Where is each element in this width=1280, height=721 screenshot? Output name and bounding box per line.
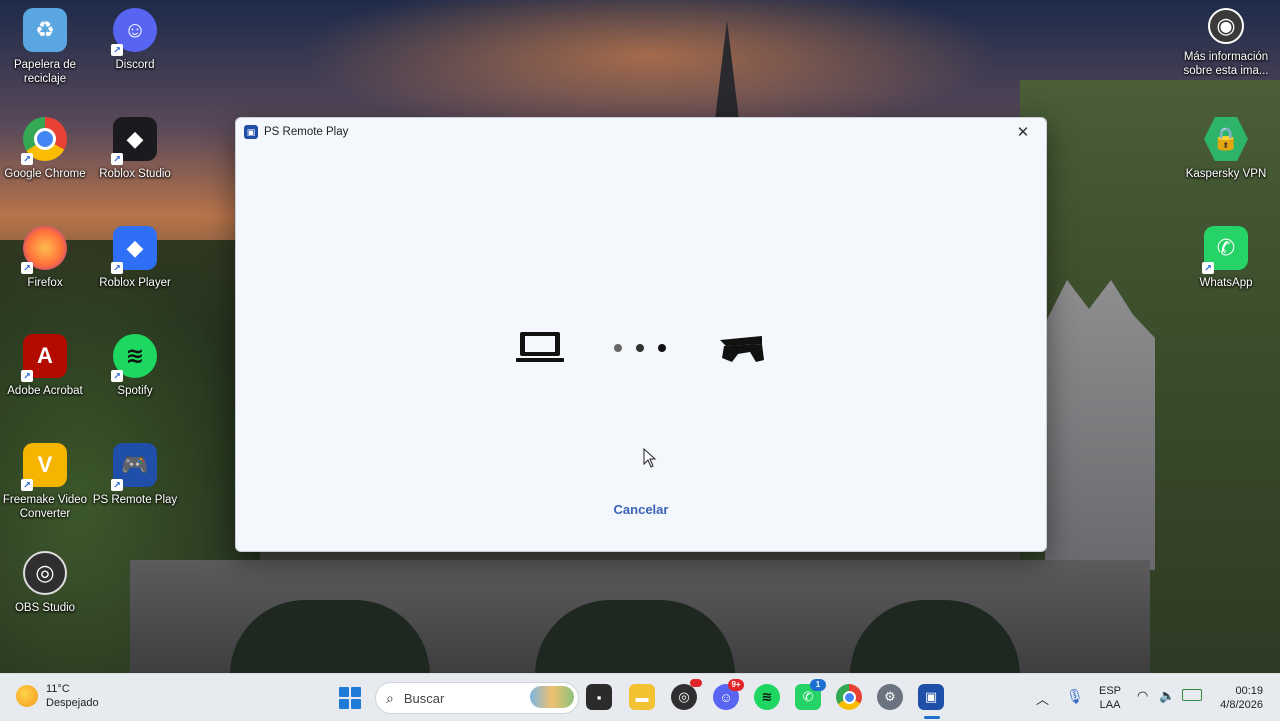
spotify-taskbar-icon[interactable]: ≋ (754, 684, 780, 710)
window-titlebar[interactable]: ▣ PS Remote Play ✕ (236, 118, 1046, 146)
discord-taskbar-icon[interactable]: ☺ 9+ (713, 679, 744, 710)
mouse-cursor-icon (643, 448, 657, 468)
active-app-indicator (924, 716, 940, 719)
desktop-icon-ps-remote-play[interactable]: 🎮 ↗ PS Remote Play (90, 443, 180, 507)
desktop-icon-chrome[interactable]: ↗ Google Chrome (0, 117, 90, 181)
desktop-icon-roblox-player[interactable]: ◆ ↗ Roblox Player (90, 226, 180, 290)
window-title: PS Remote Play (264, 126, 349, 138)
volume-icon[interactable]: 🔈 (1159, 688, 1175, 704)
discord-icon: ☺ ↗ (111, 8, 157, 56)
ps-remote-play-taskbar-icon[interactable]: ▣ (918, 684, 944, 710)
close-icon: ✕ (1016, 124, 1030, 141)
close-button[interactable]: ✕ (1000, 118, 1046, 146)
desktop-icon-more-info[interactable]: ◉ Más información sobre esta ima... (1181, 8, 1271, 78)
show-hidden-icons-chevron-icon[interactable]: ︿ (1036, 689, 1049, 708)
weather-desc: Despejado (46, 697, 99, 709)
wallpaper-church (1045, 280, 1155, 570)
progress-dot (636, 344, 644, 352)
recycle-bin-icon: ♻ (23, 8, 67, 52)
weather-sun-icon (16, 685, 38, 707)
weather-widget[interactable]: 11°C Despejado (16, 682, 99, 710)
whatsapp-taskbar-icon[interactable]: ✆ 1 (795, 679, 826, 710)
desktop-icon-whatsapp[interactable]: ✆ ↗ WhatsApp (1181, 226, 1271, 290)
chrome-taskbar-icon[interactable] (836, 684, 862, 710)
clock-date: 4/8/2026 (1220, 699, 1263, 711)
playstation-console-icon (720, 336, 764, 362)
wifi-icon[interactable]: ◠ (1137, 688, 1148, 704)
desktop-icon-obs[interactable]: ◎ OBS Studio (0, 551, 90, 615)
clock-time: 00:19 (1235, 685, 1263, 697)
laptop-icon (516, 332, 564, 362)
desktop-icon-recycle-bin[interactable]: ♻ Papelera de reciclaje (0, 8, 90, 86)
desktop-icon-spotify[interactable]: ≋ ↗ Spotify (90, 334, 180, 398)
desktop-icon-adobe-acrobat[interactable]: A ↗ Adobe Acrobat (0, 334, 90, 398)
whatsapp-icon: ✆ ↗ (1202, 226, 1248, 274)
windows-logo-icon (339, 687, 349, 697)
language-code: ESP (1099, 685, 1122, 697)
spotify-icon: ≋ ↗ (111, 334, 157, 382)
firefox-icon: ↗ (21, 226, 67, 274)
battery-icon[interactable] (1182, 689, 1202, 701)
progress-dot (658, 344, 666, 352)
freemake-icon: V ↗ (21, 443, 67, 491)
ps-remote-play-icon: ▣ (244, 125, 258, 139)
search-icon: ⌕ (386, 689, 394, 706)
progress-dot (614, 344, 622, 352)
desktop-icon-freemake[interactable]: V ↗ Freemake Video Converter (0, 443, 90, 521)
connection-status (516, 332, 764, 362)
file-explorer-icon[interactable]: ▪ (586, 684, 612, 710)
ps-remote-play-window: ▣ PS Remote Play ✕ Cancelar (235, 117, 1047, 552)
cancel-button[interactable]: Cancelar (596, 502, 686, 517)
roblox-studio-icon: ◆ ↗ (111, 117, 157, 165)
info-camera-icon: ◉ (1208, 8, 1244, 44)
taskbar: 11°C Despejado ⌕ Buscar ▪ ▬ ◎ ☺ 9+ ≋ ✆ 1 ⚙… (0, 673, 1280, 721)
kaspersky-vpn-icon: 🔒 (1204, 117, 1248, 161)
chrome-icon: ↗ (21, 117, 67, 165)
ps-remote-play-icon: 🎮 ↗ (111, 443, 157, 491)
acrobat-icon: A ↗ (21, 334, 67, 382)
obs-taskbar-icon[interactable]: ◎ (671, 679, 702, 710)
keyboard-layout: LAA (1099, 699, 1121, 711)
desktop-icon-firefox[interactable]: ↗ Firefox (0, 226, 90, 290)
settings-taskbar-icon[interactable]: ⚙ (877, 684, 903, 710)
search-highlight-image (530, 686, 574, 708)
search-placeholder: Buscar (403, 690, 445, 706)
desktop-icon-discord[interactable]: ☺ ↗ Discord (90, 8, 180, 72)
microphone-icon[interactable]: 🎙 (1066, 688, 1084, 705)
language-indicator[interactable]: ESP LAA (1099, 684, 1121, 712)
roblox-player-icon: ◆ ↗ (111, 226, 157, 274)
folder-icon[interactable]: ▬ (629, 684, 655, 710)
weather-temp: 11°C (46, 683, 70, 695)
desktop-icon-roblox-studio[interactable]: ◆ ↗ Roblox Studio (90, 117, 180, 181)
desktop-icon-kaspersky-vpn[interactable]: 🔒 Kaspersky VPN (1181, 117, 1271, 181)
taskbar-search[interactable]: ⌕ Buscar (375, 682, 579, 714)
start-button[interactable] (339, 687, 361, 709)
clock[interactable]: 00:19 4/8/2026 (1213, 684, 1263, 712)
obs-icon: ◎ (23, 551, 67, 595)
